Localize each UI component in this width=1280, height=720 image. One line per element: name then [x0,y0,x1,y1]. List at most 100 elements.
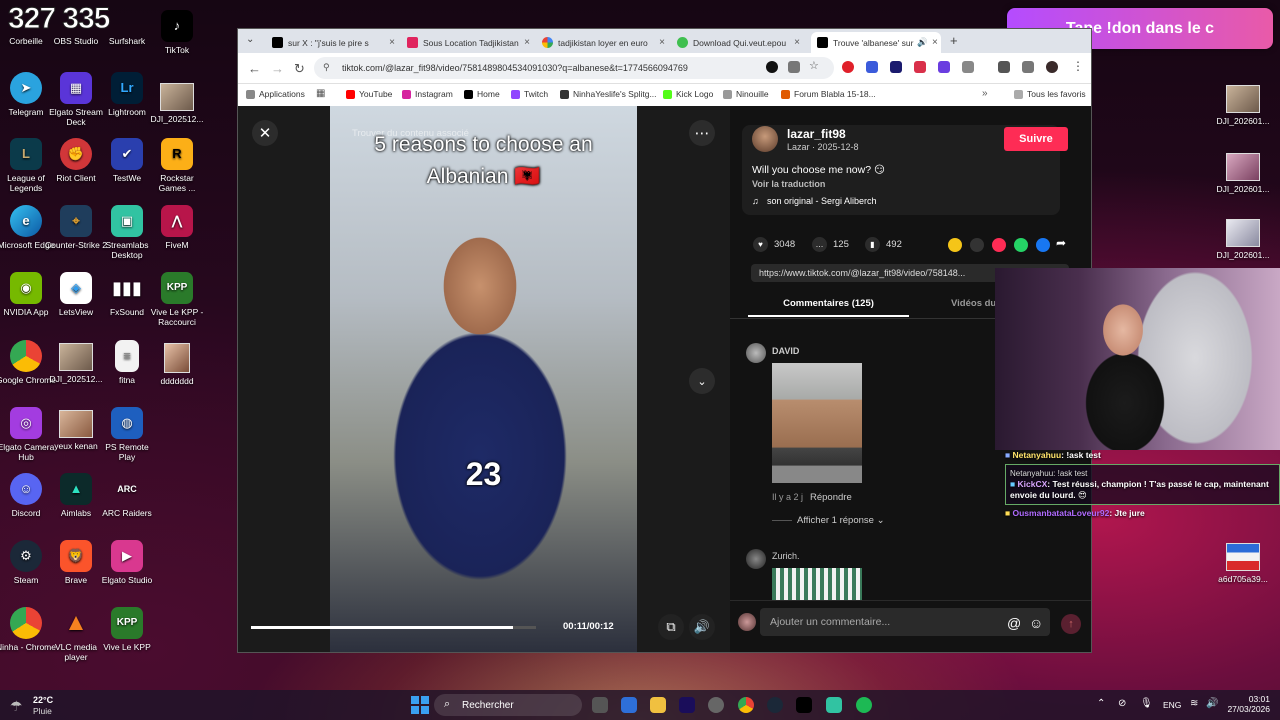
volume-icon[interactable]: 🔊 [1206,698,1218,709]
video-player[interactable]: Trouver du contenu associé 5 reasons to … [330,106,637,652]
next-video-button[interactable]: ⌄ [689,368,715,394]
creator-avatar[interactable] [752,126,778,152]
see-translation-link[interactable]: Voir la traduction [752,179,825,189]
taskbar-search[interactable]: ⌕ Rechercher [434,694,582,716]
tray-overflow-icon[interactable]: ⌃ [1097,698,1105,709]
desktop-icon-ps-remote-play[interactable]: ◍ PS Remote Play [96,407,158,462]
language-indicator[interactable]: ENG [1163,700,1181,710]
audio-icon[interactable]: 🔊 [917,37,928,48]
facebook-icon[interactable] [1036,238,1050,252]
desktop-icon-elgato-studio[interactable]: ▶ Elgato Studio [96,540,158,585]
forward-icon[interactable]: → [271,61,284,76]
tiktok-icon[interactable] [796,697,812,713]
reload-icon[interactable]: ↻ [294,61,305,77]
tab-tiktok[interactable]: Trouve 'albanese' sur 🔊 × [811,32,941,53]
bookmark-applications[interactable]: Applications [246,89,305,99]
desktop-icon-dji-right-1[interactable]: DJI_202601... [1212,82,1274,126]
more-options-button[interactable]: ⋯ [689,120,715,146]
desktop-icon-fivem[interactable]: ⋀ FiveM [146,205,208,250]
bookmark-home[interactable]: Home [464,89,500,99]
tab-comments[interactable]: Commentaires (125) [748,294,909,317]
desktop-icon-arc-raiders[interactable]: ARC ARC Raiders [96,473,158,518]
clock[interactable]: 03:01 27/03/2026 [1224,694,1270,714]
menu-dots-icon[interactable]: ⋮ [1072,59,1084,73]
desktop-icon-a6d705[interactable]: a6d705a39... [1212,540,1274,584]
tab-sous-location[interactable]: Sous Location Tadjikistan × [401,32,536,53]
share-arrow-icon[interactable]: ➦ [1056,236,1066,250]
adblock-icon[interactable] [842,61,854,73]
bookmark-splitgate[interactable]: NinhaYeslife's Splitg... [560,89,657,99]
bookmark-forum[interactable]: Forum Blabla 15-18... [781,89,876,99]
streamlabs-icon[interactable] [826,697,842,713]
tab-groups-icon[interactable]: ▦ [316,88,325,99]
comment-image[interactable] [772,363,862,483]
task-view-icon[interactable] [592,697,608,713]
wifi-icon[interactable]: ≋ [1190,698,1198,709]
bookmark-star-icon[interactable]: ☆ [809,59,819,72]
address-bar[interactable]: ⚲ tiktok.com/@lazar_fit98/video/75814898… [314,57,834,79]
show-replies-link[interactable]: Afficher 1 réponse ⌄ [797,515,885,526]
follow-button[interactable]: Suivre [1004,127,1068,151]
comment-stat[interactable]: … 125 [812,237,849,252]
sound-name[interactable]: son original - Sergi Aliberch [767,196,877,206]
tiktok-extension-icon[interactable] [766,61,778,73]
close-icon[interactable]: × [655,37,665,48]
windows-start-icon[interactable] [411,696,429,714]
chrome-icon[interactable] [738,697,754,713]
copilot-icon[interactable] [621,697,637,713]
new-tab-button[interactable]: + [950,33,958,48]
embed-code-icon[interactable] [970,238,984,252]
share-emoji-icon[interactable] [948,238,962,252]
close-icon[interactable]: × [520,37,530,48]
commenter-avatar[interactable] [746,549,766,569]
send-icon[interactable] [992,238,1006,252]
mention-icon[interactable]: @ [1007,615,1021,631]
bookmark-twitch[interactable]: Twitch [511,89,548,99]
comment-username[interactable]: DAVID [772,346,799,356]
bookmark-youtube[interactable]: YouTube [346,89,392,99]
commenter-avatar[interactable] [746,343,766,363]
profile-avatar[interactable] [1046,61,1058,73]
bookmark-all-favorites[interactable]: Tous les favoris [1014,89,1086,99]
desktop-icon-ddddddd[interactable]: ddddddd [146,340,208,386]
tab-x[interactable]: sur X : "j'suis le pire s × [266,32,401,53]
tab-google[interactable]: tadjikistan loyer en euro × [536,32,671,53]
save-stat[interactable]: ▮ 492 [865,237,902,252]
bookmark-kick-logo[interactable]: Kick Logo [663,89,713,99]
desktop-icon-rockstar[interactable]: R Rockstar Games ... [146,138,208,193]
tab-creator-videos[interactable]: Vidéos du [951,298,996,309]
weather-temp[interactable]: 22°C [33,695,53,705]
comment-username[interactable]: Zurich. [772,551,800,561]
close-icon[interactable]: × [385,37,395,48]
tray-app-icon[interactable]: ⊘ [1118,698,1126,709]
bookmark-ninouille[interactable]: Ninouille [723,89,769,99]
steam-icon[interactable] [767,697,783,713]
emoji-icon[interactable]: ☺ [1029,615,1043,631]
volume-icon[interactable]: 🔊 [689,614,715,640]
puzzle-extensions-icon[interactable] [962,61,974,73]
reply-link[interactable]: Répondre [810,492,852,503]
close-icon[interactable]: × [928,37,938,48]
spotify-icon[interactable] [856,697,872,713]
tab-download[interactable]: Download Qui.veut.epou × [671,32,806,53]
desktop-icon-dji-file-2[interactable]: DJI_202512... [146,80,208,124]
creator-username[interactable]: lazar_fit98 [787,127,846,141]
whatsapp-icon[interactable] [1014,238,1028,252]
file-explorer-icon[interactable] [650,697,666,713]
more-bookmarks-icon[interactable]: » [982,88,988,99]
post-comment-button[interactable]: ↑ [1061,614,1081,634]
obs-icon[interactable] [708,697,724,713]
download-icon[interactable] [998,61,1010,73]
desktop-icon-dji-right-2[interactable]: DJI_202601... [1212,150,1274,194]
close-video-button[interactable]: ✕ [252,120,278,146]
translate-icon[interactable] [788,61,800,73]
premiere-icon[interactable] [679,697,695,713]
site-info-icon[interactable]: ⚲ [323,62,330,73]
extension-icon[interactable] [890,61,902,73]
weather-rain-icon[interactable]: ☂ [10,698,23,715]
back-icon[interactable]: ← [248,61,261,76]
pip-icon[interactable]: ⧉ [658,614,684,640]
video-progress-bar[interactable] [251,626,536,629]
comment-image[interactable] [772,568,862,602]
like-stat[interactable]: ♥ 3048 [753,237,795,252]
